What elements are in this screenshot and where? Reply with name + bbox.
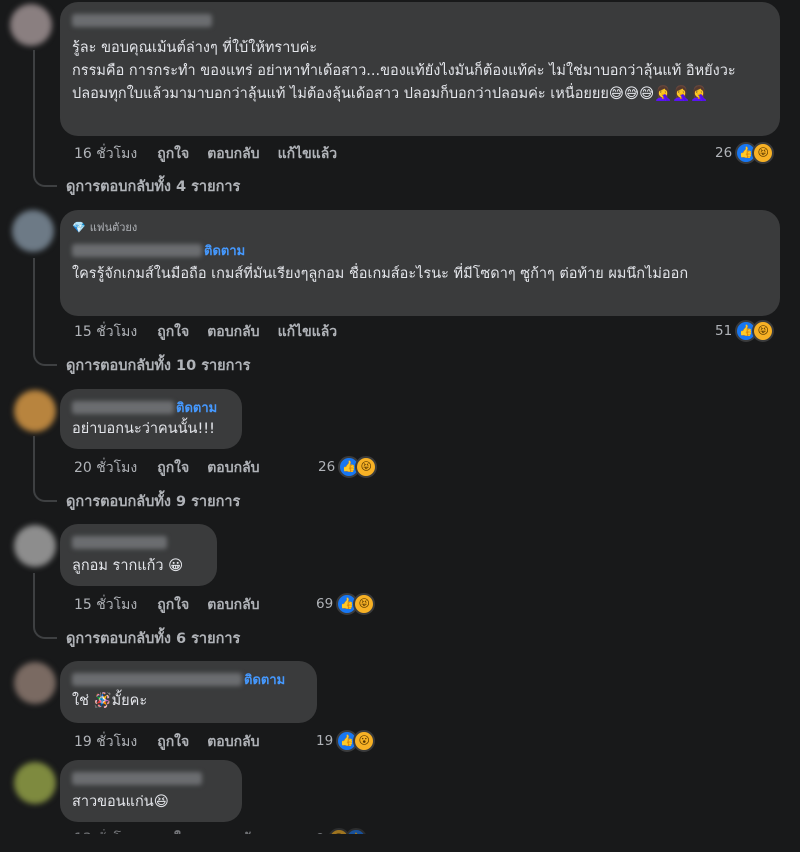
- haha-reaction-icon: 😝: [353, 593, 376, 615]
- timestamp[interactable]: 20 ชั่วโมง: [74, 457, 137, 479]
- bottom-fade: [0, 834, 800, 852]
- reaction-count: 26: [318, 459, 336, 475]
- comment-actions: 15 ชั่วโมง ถูกใจ ตอบกลับ: [74, 594, 278, 616]
- comment-bubble: 💎 แฟนตัวยง ติดตาม ใครรู้จักเกมส์ในมือถือ …: [60, 210, 780, 316]
- avatar[interactable]: [10, 4, 52, 46]
- timestamp[interactable]: 15 ชั่วโมง: [74, 594, 137, 616]
- top-fan-badge: 💎 แฟนตัวยง: [72, 218, 768, 236]
- comment-bubble: ติดตาม อย่าบอกนะว่าคนนั้น!!!: [60, 389, 242, 449]
- comment-text: ลูกอม รากแก้ว 😀: [72, 558, 184, 574]
- view-replies-link[interactable]: ดูการตอบกลับทั้ง 4 รายการ: [66, 175, 240, 198]
- like-button[interactable]: ถูกใจ: [157, 457, 189, 479]
- author-name[interactable]: [72, 673, 242, 686]
- reply-button[interactable]: ตอบกลับ: [207, 321, 259, 343]
- avatar[interactable]: [14, 762, 56, 804]
- gem-icon: 💎: [72, 221, 86, 234]
- avatar[interactable]: [12, 210, 54, 252]
- comment-actions: 16 ชั่วโมง ถูกใจ ตอบกลับ แก้ไขแล้ว: [74, 143, 355, 165]
- comment-actions: 19 ชั่วโมง ถูกใจ ตอบกลับ: [74, 731, 278, 753]
- author-name[interactable]: [72, 14, 212, 27]
- author-name[interactable]: [72, 401, 174, 414]
- reaction-count: 69: [316, 596, 334, 612]
- reply-button[interactable]: ตอบกลับ: [207, 731, 259, 753]
- like-button[interactable]: ถูกใจ: [157, 731, 189, 753]
- thread-connector: [33, 50, 57, 187]
- thread-connector: [33, 573, 57, 639]
- reply-button[interactable]: ตอบกลับ: [207, 143, 259, 165]
- comment-text: รู้ละ ขอบคุณเม้นต์ล่างๆ ที่ใบ้ให้ทราบค่ะ…: [72, 40, 736, 102]
- reaction-count: 19: [316, 733, 334, 749]
- haha-reaction-icon: 😝: [355, 456, 378, 478]
- badge-label: แฟนตัวยง: [89, 221, 138, 234]
- comment-text: ใครรู้จักเกมส์ในมือถือ เกมส์ที่มันเรียงๆ…: [72, 266, 689, 282]
- haha-reaction-icon: 😝: [752, 142, 775, 164]
- comment-bubble: รู้ละ ขอบคุณเม้นต์ล่างๆ ที่ใบ้ให้ทราบค่ะ…: [60, 2, 780, 136]
- comment-actions: 15 ชั่วโมง ถูกใจ ตอบกลับ แก้ไขแล้ว: [74, 321, 355, 343]
- comment-bubble: สาวขอนแก่น😆: [60, 760, 242, 822]
- author-name[interactable]: [72, 244, 202, 257]
- follow-link[interactable]: ติดตาม: [204, 244, 245, 259]
- reaction-summary[interactable]: 26 👍 😝: [715, 142, 775, 164]
- comment-text: สาวขอนแก่น😆: [72, 794, 169, 810]
- reply-button[interactable]: ตอบกลับ: [207, 594, 259, 616]
- reaction-count: 51: [715, 323, 733, 339]
- edited-label: แก้ไขแล้ว: [277, 146, 338, 162]
- comment-bubble: ติดตาม ใช่ 🪅มั้ยคะ: [60, 661, 317, 723]
- follow-link[interactable]: ติดตาม: [176, 401, 217, 416]
- reaction-summary[interactable]: 19 👍 😮: [316, 730, 376, 752]
- view-replies-link[interactable]: ดูการตอบกลับทั้ง 6 รายการ: [66, 627, 240, 650]
- avatar[interactable]: [14, 390, 56, 432]
- reply-button[interactable]: ตอบกลับ: [207, 457, 259, 479]
- like-button[interactable]: ถูกใจ: [157, 143, 189, 165]
- reaction-summary[interactable]: 69 👍 😝: [316, 593, 376, 615]
- timestamp[interactable]: 16 ชั่วโมง: [74, 143, 137, 165]
- thread-connector: [33, 258, 57, 366]
- comment-text: ใช่ 🪅มั้ยคะ: [72, 693, 148, 709]
- comment-actions: 20 ชั่วโมง ถูกใจ ตอบกลับ: [74, 457, 278, 479]
- reaction-summary[interactable]: 51 👍 😝: [715, 320, 775, 342]
- follow-link[interactable]: ติดตาม: [244, 673, 285, 688]
- view-replies-link[interactable]: ดูการตอบกลับทั้ง 9 รายการ: [66, 490, 240, 513]
- comment-bubble: ลูกอม รากแก้ว 😀: [60, 524, 217, 586]
- edited-label: แก้ไขแล้ว: [277, 324, 338, 340]
- author-name[interactable]: [72, 772, 202, 785]
- like-button[interactable]: ถูกใจ: [157, 594, 189, 616]
- timestamp[interactable]: 15 ชั่วโมง: [74, 321, 137, 343]
- thread-connector: [33, 436, 57, 502]
- reaction-count: 26: [715, 145, 733, 161]
- view-replies-link[interactable]: ดูการตอบกลับทั้ง 10 รายการ: [66, 354, 250, 377]
- timestamp[interactable]: 19 ชั่วโมง: [74, 731, 137, 753]
- avatar[interactable]: [14, 662, 56, 704]
- comment-text: อย่าบอกนะว่าคนนั้น!!!: [72, 421, 215, 437]
- reaction-summary[interactable]: 26 👍 😝: [318, 456, 378, 478]
- author-name[interactable]: [72, 536, 167, 549]
- like-button[interactable]: ถูกใจ: [157, 321, 189, 343]
- wow-reaction-icon: 😮: [353, 730, 376, 752]
- haha-reaction-icon: 😝: [752, 320, 775, 342]
- avatar[interactable]: [14, 525, 56, 567]
